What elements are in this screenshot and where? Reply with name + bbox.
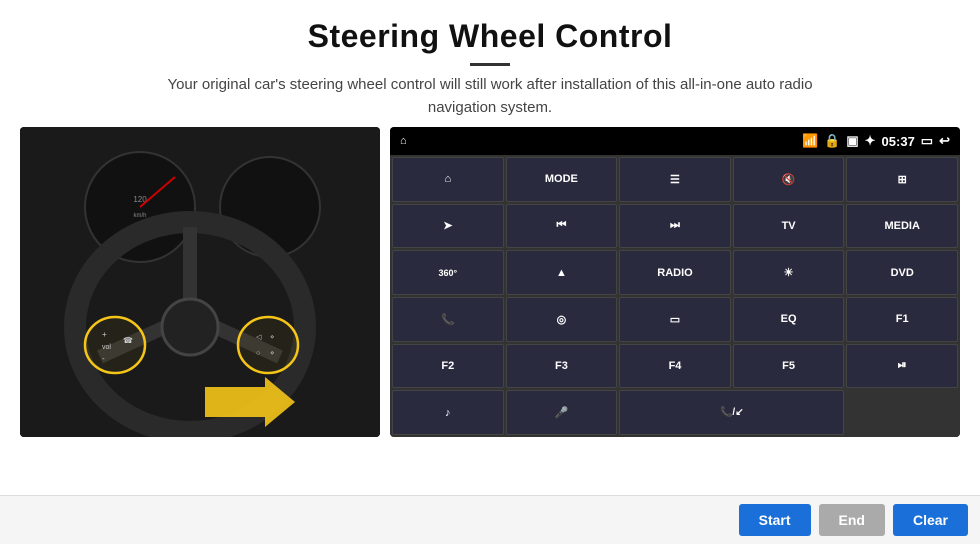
svg-text:○: ○ xyxy=(256,350,260,357)
mute-btn[interactable]: 🔇 xyxy=(733,157,845,202)
svg-text:⋄: ⋄ xyxy=(270,350,274,357)
f3-btn[interactable]: F3 xyxy=(506,344,618,389)
mode-btn[interactable]: MODE xyxy=(506,157,618,202)
control-grid: ⌂ MODE ☰ 🔇 ⊞ ➤ ⏮ ⏭ TV MEDIA 360° ▲ RADIO… xyxy=(390,155,960,437)
wifi-status-icon: 📶 xyxy=(802,133,818,149)
back-icon: ↩ xyxy=(939,133,950,149)
play-pause-btn[interactable]: ⏯ xyxy=(846,344,958,389)
f5-btn[interactable]: F5 xyxy=(733,344,845,389)
home-status-icon: ⌂ xyxy=(400,135,407,147)
navigate-btn[interactable]: ➤ xyxy=(392,204,504,249)
clear-button[interactable]: Clear xyxy=(893,504,968,536)
bottom-bar: Start End Clear xyxy=(0,495,980,544)
svg-text:-: - xyxy=(102,354,105,363)
next-btn[interactable]: ⏭ xyxy=(619,204,731,249)
steering-bg: 120 km/h + xyxy=(20,127,380,437)
apps-btn[interactable]: ⊞ xyxy=(846,157,958,202)
svg-text:km/h: km/h xyxy=(133,213,146,219)
music-btn[interactable]: ♪ xyxy=(392,390,504,435)
navi-btn[interactable]: ◎ xyxy=(506,297,618,342)
status-right: 📶 🔒 ▣ ✦ 05:37 ▭ ↩ xyxy=(802,133,950,149)
menu-btn[interactable]: ☰ xyxy=(619,157,731,202)
screen-mirror-btn[interactable]: ▭ xyxy=(619,297,731,342)
time-display: 05:37 xyxy=(882,134,915,149)
f4-btn[interactable]: F4 xyxy=(619,344,731,389)
svg-text:⋄: ⋄ xyxy=(270,334,274,341)
svg-text:vol: vol xyxy=(102,344,111,351)
home-btn[interactable]: ⌂ xyxy=(392,157,504,202)
media-btn[interactable]: MEDIA xyxy=(846,204,958,249)
phone-btn[interactable]: 📞 xyxy=(392,297,504,342)
f1-btn[interactable]: F1 xyxy=(846,297,958,342)
android-head-unit: ⌂ 📶 🔒 ▣ ✦ 05:37 ▭ ↩ ⌂ MODE ☰ 🔇 ⊞ xyxy=(390,127,960,437)
lock-status-icon: 🔒 xyxy=(824,133,840,149)
header-description: Your original car's steering wheel contr… xyxy=(150,74,830,119)
status-left: ⌂ xyxy=(400,135,407,147)
eject-btn[interactable]: ▲ xyxy=(506,250,618,295)
dvd-btn[interactable]: DVD xyxy=(846,250,958,295)
prev-btn[interactable]: ⏮ xyxy=(506,204,618,249)
svg-text:+: + xyxy=(102,330,107,339)
title-divider xyxy=(470,63,510,66)
svg-text:◁: ◁ xyxy=(256,334,262,341)
radio-btn[interactable]: RADIO xyxy=(619,250,731,295)
header-section: Steering Wheel Control Your original car… xyxy=(0,0,980,127)
mic-btn[interactable]: 🎤 xyxy=(506,390,618,435)
f2-btn[interactable]: F2 xyxy=(392,344,504,389)
cam360-btn[interactable]: 360° xyxy=(392,250,504,295)
main-content: 120 km/h + xyxy=(0,127,980,495)
phone-end-btn[interactable]: 📞/↙ xyxy=(619,390,844,435)
page-title: Steering Wheel Control xyxy=(40,18,940,55)
end-button[interactable]: End xyxy=(819,504,885,536)
steering-wheel-image: 120 km/h + xyxy=(20,127,380,437)
steering-wheel-svg: 120 km/h + xyxy=(20,127,380,437)
status-bar: ⌂ 📶 🔒 ▣ ✦ 05:37 ▭ ↩ xyxy=(390,127,960,155)
start-button[interactable]: Start xyxy=(739,504,811,536)
eq-btn[interactable]: EQ xyxy=(733,297,845,342)
screen-icon: ▭ xyxy=(921,133,933,149)
sim-status-icon: ▣ xyxy=(846,133,858,149)
tv-btn[interactable]: TV xyxy=(733,204,845,249)
page: Steering Wheel Control Your original car… xyxy=(0,0,980,544)
svg-text:☎: ☎ xyxy=(123,336,133,345)
bluetooth-status-icon: ✦ xyxy=(865,133,876,149)
brightness-btn[interactable]: ☀ xyxy=(733,250,845,295)
